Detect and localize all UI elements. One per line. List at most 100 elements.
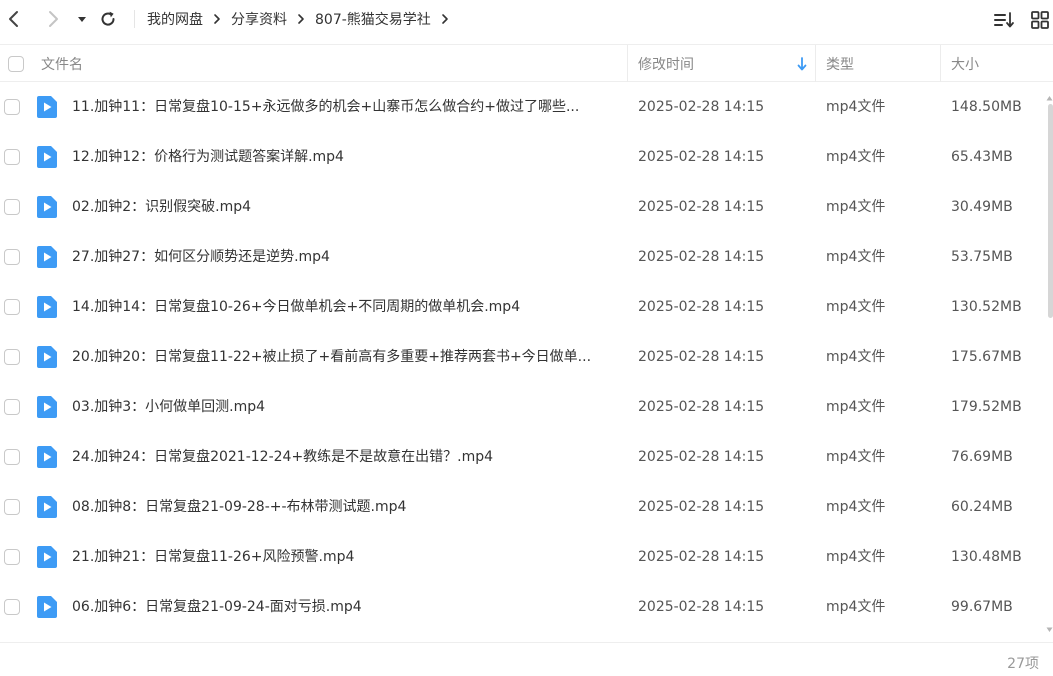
- file-size: 130.48MB: [951, 549, 1022, 565]
- chevron-left-icon: [9, 11, 18, 27]
- column-divider: [815, 45, 816, 82]
- breadcrumb-item-shared[interactable]: 分享资料: [231, 9, 287, 29]
- file-row[interactable]: 20.加钟20：日常复盘11-22+被止损了+看前高有多重要+推荐两套书+今日做…: [0, 332, 1046, 382]
- chevron-right-icon: [296, 13, 306, 25]
- file-size: 30.49MB: [951, 199, 1013, 215]
- video-file-icon: [36, 495, 58, 519]
- video-file-icon: [36, 595, 58, 619]
- refresh-icon: [101, 11, 115, 26]
- file-row[interactable]: 12.加钟12：价格行为测试题答案详解.mp4 2025-02-28 14:15 m…: [0, 132, 1046, 182]
- refresh-button[interactable]: [97, 8, 119, 30]
- file-type: mp4文件: [826, 99, 886, 115]
- history-dropdown-button[interactable]: [71, 8, 93, 30]
- file-size: 60.24MB: [951, 499, 1013, 515]
- file-modified-time: 2025-02-28 14:15: [638, 349, 765, 365]
- chevron-right-icon: [49, 11, 58, 27]
- row-checkbox[interactable]: [4, 599, 20, 615]
- file-modified-time: 2025-02-28 14:15: [638, 149, 765, 165]
- file-name: 27.加钟27：如何区分顺势还是逆势.mp4: [72, 249, 330, 265]
- column-modified-header[interactable]: 修改时间: [638, 45, 694, 82]
- scrollbar-thumb[interactable]: [1048, 104, 1053, 318]
- file-name: 11.加钟11：日常复盘10-15+永远做多的机会+山寨币怎么做合约+做过了哪些…: [72, 99, 580, 115]
- file-row[interactable]: 14.加钟14：日常复盘10-26+今日做单机会+不同周期的做单机会.mp4 20…: [0, 282, 1046, 332]
- file-name: 03.加钟3：小何做单回测.mp4: [72, 399, 266, 415]
- video-file-icon: [36, 195, 58, 219]
- column-header: 文件名 修改时间 类型 大小: [0, 44, 1053, 82]
- toolbar: 我的网盘 分享资料 807-熊猫交易学社: [0, 0, 1053, 38]
- row-checkbox[interactable]: [4, 349, 20, 365]
- video-file-icon: [36, 445, 58, 469]
- file-modified-time: 2025-02-28 14:15: [638, 449, 765, 465]
- file-row[interactable]: 06.加钟6：日常复盘21-09-24-面对亏损.mp4 2025-02-28 1…: [0, 582, 1046, 632]
- file-row[interactable]: 27.加钟27：如何区分顺势还是逆势.mp4 2025-02-28 14:15 mp…: [0, 232, 1046, 282]
- column-divider: [940, 45, 941, 82]
- grid-view-button[interactable]: [1029, 9, 1051, 31]
- video-file-icon: [36, 145, 58, 169]
- breadcrumb-item-root[interactable]: 我的网盘: [147, 9, 203, 29]
- row-checkbox[interactable]: [4, 399, 20, 415]
- file-type: mp4文件: [826, 299, 886, 315]
- row-checkbox[interactable]: [4, 149, 20, 165]
- file-modified-time: 2025-02-28 14:15: [638, 599, 765, 615]
- row-checkbox[interactable]: [4, 499, 20, 515]
- scroll-up-arrow-icon[interactable]: [1046, 90, 1053, 101]
- chevron-right-icon[interactable]: [440, 13, 450, 25]
- file-type: mp4文件: [826, 149, 886, 165]
- scroll-down-arrow-icon[interactable]: [1046, 622, 1053, 632]
- file-row[interactable]: 11.加钟11：日常复盘10-15+永远做多的机会+山寨币怎么做合约+做过了哪些…: [0, 82, 1046, 132]
- file-size: 179.52MB: [951, 399, 1022, 415]
- file-type: mp4文件: [826, 249, 886, 265]
- video-file-icon: [36, 395, 58, 419]
- file-name: 14.加钟14：日常复盘10-26+今日做单机会+不同周期的做单机会.mp4: [72, 299, 521, 315]
- row-checkbox[interactable]: [4, 99, 20, 115]
- file-type: mp4文件: [826, 599, 886, 615]
- file-row[interactable]: 08.加钟8：日常复盘21-09-28-+-布林带测试题.mp4 2025-02-…: [0, 482, 1046, 532]
- column-size-header[interactable]: 大小: [951, 45, 979, 82]
- row-checkbox[interactable]: [4, 199, 20, 215]
- file-row[interactable]: 21.加钟21：日常复盘11-26+风险预警.mp4 2025-02-28 14:…: [0, 532, 1046, 582]
- grid-icon: [1031, 11, 1049, 29]
- file-name: 24.加钟24：日常复盘2021-12-24+教练是不是故意在出错？.mp4: [72, 449, 494, 465]
- file-type: mp4文件: [826, 449, 886, 465]
- file-type: mp4文件: [826, 199, 886, 215]
- file-row[interactable]: 02.加钟2：识别假突破.mp4 2025-02-28 14:15 mp4文件 30.…: [0, 182, 1046, 232]
- file-name: 21.加钟21：日常复盘11-26+风险预警.mp4: [72, 549, 355, 565]
- file-name: 20.加钟20：日常复盘11-22+被止损了+看前高有多重要+推荐两套书+今日做…: [72, 349, 592, 365]
- file-modified-time: 2025-02-28 14:15: [638, 99, 765, 115]
- row-checkbox[interactable]: [4, 299, 20, 315]
- file-type: mp4文件: [826, 349, 886, 365]
- file-row[interactable]: 03.加钟3：小何做单回测.mp4 2025-02-28 14:15 mp4文件 17…: [0, 382, 1046, 432]
- row-checkbox[interactable]: [4, 449, 20, 465]
- chevron-right-icon: [212, 13, 222, 25]
- item-count: 27项: [1007, 656, 1039, 672]
- file-modified-time: 2025-02-28 14:15: [638, 549, 765, 565]
- file-modified-time: 2025-02-28 14:15: [638, 199, 765, 215]
- sort-list-icon: [994, 12, 1014, 28]
- file-modified-time: 2025-02-28 14:15: [638, 299, 765, 315]
- column-type-header[interactable]: 类型: [826, 45, 854, 82]
- column-name-header[interactable]: 文件名: [41, 45, 83, 82]
- file-name: 06.加钟6：日常复盘21-09-24-面对亏损.mp4: [72, 599, 362, 615]
- caret-down-icon: [78, 17, 86, 22]
- sort-options-button[interactable]: [993, 9, 1015, 31]
- back-button[interactable]: [3, 8, 25, 30]
- status-bar: 27项: [0, 642, 1053, 676]
- file-size: 130.52MB: [951, 299, 1022, 315]
- sort-down-arrow-icon[interactable]: [796, 45, 808, 82]
- video-file-icon: [36, 545, 58, 569]
- file-size: 99.67MB: [951, 599, 1013, 615]
- toolbar-divider: [134, 10, 135, 28]
- forward-button[interactable]: [42, 8, 64, 30]
- file-modified-time: 2025-02-28 14:15: [638, 499, 765, 515]
- breadcrumb-item-current[interactable]: 807-熊猫交易学社: [315, 9, 431, 29]
- file-size: 65.43MB: [951, 149, 1013, 165]
- file-type: mp4文件: [826, 499, 886, 515]
- select-all-checkbox[interactable]: [8, 45, 24, 82]
- file-name: 12.加钟12：价格行为测试题答案详解.mp4: [72, 149, 344, 165]
- row-checkbox[interactable]: [4, 249, 20, 265]
- row-checkbox[interactable]: [4, 549, 20, 565]
- file-size: 175.67MB: [951, 349, 1022, 365]
- video-file-icon: [36, 245, 58, 269]
- file-row[interactable]: 24.加钟24：日常复盘2021-12-24+教练是不是故意在出错？.mp4 20…: [0, 432, 1046, 482]
- video-file-icon: [36, 295, 58, 319]
